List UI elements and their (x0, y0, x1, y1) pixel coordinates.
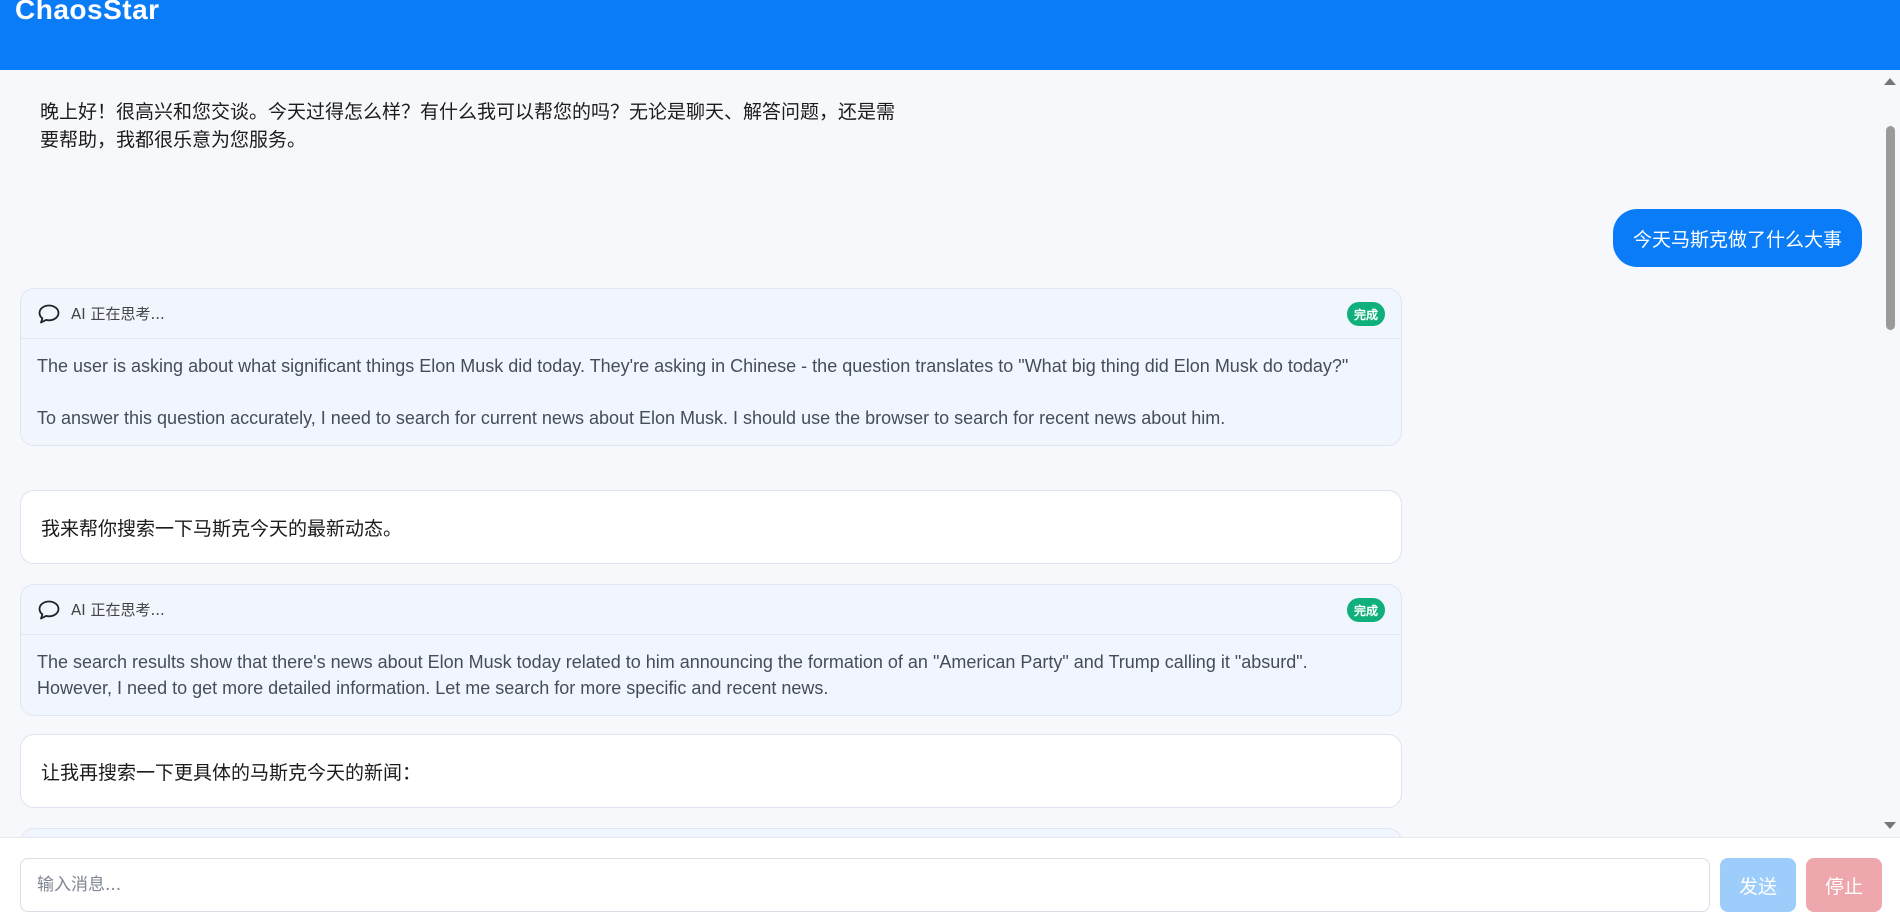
user-message-bubble: 今天马斯克做了什么大事 (1612, 209, 1862, 267)
message-input[interactable] (20, 858, 1710, 912)
status-badge: 完成 (1346, 302, 1385, 326)
assistant-reply: 让我再搜索一下更具体的马斯克今天的新闻： (20, 734, 1402, 808)
send-button[interactable]: 发送 (1720, 858, 1796, 912)
scroll-down-arrow-icon[interactable] (1884, 822, 1896, 829)
chat-bubble-icon (37, 598, 61, 622)
thinking-panel[interactable]: AI 正在思考... 完成 The search results show th… (20, 584, 1402, 716)
thinking-panel[interactable]: AI 正在思考... 完成 The user is asking about w… (20, 288, 1402, 446)
chat-bubble-icon (37, 302, 61, 326)
assistant-greeting-message: 晚上好！很高兴和您交谈。今天过得怎么样？有什么我可以帮您的吗？无论是聊天、解答问… (40, 101, 896, 151)
status-badge: 完成 (1346, 598, 1385, 622)
app-header: ChaosStar (0, 0, 1900, 70)
chat-scrollbar[interactable] (1880, 70, 1900, 837)
chat-messages[interactable]: 晚上好！很高兴和您交谈。今天过得怎么样？有什么我可以帮您的吗？无论是聊天、解答问… (0, 70, 1900, 837)
thinking-panel-header[interactable]: AI 正在思考... 完成 (21, 289, 1401, 339)
thinking-paragraph: The user is asking about what significan… (37, 356, 1349, 376)
stop-button[interactable]: 停止 (1806, 858, 1882, 912)
thinking-content: The user is asking about what significan… (21, 339, 1401, 445)
scrollbar-thumb[interactable] (1886, 126, 1895, 330)
thinking-content: The search results show that there's new… (21, 635, 1401, 715)
thinking-panel-partial[interactable] (20, 828, 1402, 837)
assistant-reply: 我来帮你搜索一下马斯克今天的最新动态。 (20, 490, 1402, 564)
scroll-up-arrow-icon[interactable] (1884, 78, 1896, 85)
thinking-paragraph: The search results show that there's new… (37, 652, 1308, 698)
app-title: ChaosStar (15, 0, 160, 25)
thinking-label: AI 正在思考... (71, 305, 165, 323)
thinking-paragraph: To answer this question accurately, I ne… (37, 408, 1226, 428)
thinking-label: AI 正在思考... (71, 601, 165, 619)
message-composer: 发送 停止 (0, 837, 1900, 918)
thinking-panel-header[interactable]: AI 正在思考... 完成 (21, 585, 1401, 635)
